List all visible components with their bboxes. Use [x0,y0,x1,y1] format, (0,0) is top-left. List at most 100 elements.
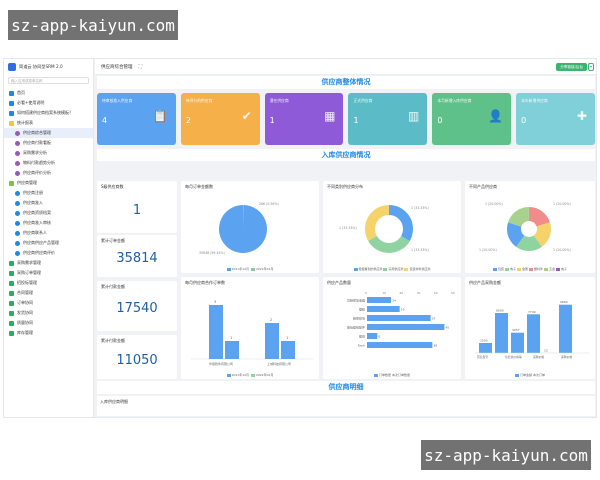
x-tick-label: 40 [434,291,438,295]
sidebar-item[interactable]: 供应商付款看板 [4,138,93,148]
overview-card[interactable]: 正式供应商 1 ▥ [348,93,428,145]
folder-icon [9,90,14,96]
monthly-order-pie: 266 (0.56%) 35648 (99.44%) [199,202,279,255]
sidebar-item[interactable]: 供应商管理 [4,178,93,188]
sidebar-item[interactable]: 采购订单管理 [4,268,93,278]
card-label: 待审核准入供应商 [102,98,133,103]
legend-item: 五金 [548,267,555,271]
share-button[interactable]: 分享链接/后台 [556,63,587,71]
menu-dot-icon [15,200,20,206]
bar [559,304,572,353]
menu-search-input[interactable]: 输入应用或菜单名称 [8,77,89,84]
legend-swatch [517,267,521,271]
sidebar-item-label: 供应商准入 [23,200,43,205]
sidebar-item[interactable]: 物料付款趋势分析 [4,158,93,168]
sidebar-item[interactable]: 合同管理 [4,288,93,298]
menu-dot-icon [15,170,20,176]
sidebar-item[interactable]: 发货协同 [4,308,93,318]
legend-swatch [250,373,255,377]
sidebar-item[interactable]: 采购需求分析 [4,148,93,158]
sidebar-item[interactable]: 统计报表 [4,118,93,128]
legend-item: 2022年01月 [255,373,274,377]
app-title: 简道云 协同型SRM 2.0 [19,64,63,69]
overview-card[interactable]: 待评分的供应商 2 ✔ [180,93,260,145]
sidebar-item[interactable]: 供应商注册 [4,188,93,198]
stat-label: 累计订单金额 [101,238,125,243]
legend-item: 2021年12月 [231,373,250,377]
bar [367,297,392,303]
donut-annotation: 1 (33.33%) [411,206,429,210]
chart-legend: 订单数量 本次订单数量 [323,373,461,377]
product-donut-panel: 不同产品供应商 1 (20.00%) 1 (20.00%) 1 (20.00%)… [465,181,595,273]
stat-panel-payment-amount: 累计付款金额 17540 [97,281,177,331]
legend-swatch [555,267,560,271]
bar [225,341,239,359]
legend-swatch [250,267,255,271]
app-logo-icon [8,63,16,71]
overview-card[interactable]: 待审核准入供应商 4 📋 [97,93,176,145]
menu-dot-icon [15,190,20,196]
card-label: 正式供应商 [353,98,373,103]
legend-swatch [374,373,379,377]
overview-card[interactable]: 潜在供应商 1 ▦ [264,93,344,145]
sidebar-item[interactable]: 供应商准入 [4,198,93,208]
bar-value-label: 4057 [512,328,520,332]
top-bar: 供应商综合管理 ⛶ 分享链接/后台 ▾ [95,59,596,75]
donut-annotation: 1 (20.00%) [553,202,571,206]
sidebar-item[interactable]: 采购需求管理 [4,258,93,268]
sidebar-item[interactable]: 供应商准入审核 [4,218,93,228]
sidebar-item[interactable]: 质量协同 [4,318,93,328]
watermark-top: sz-app-kaiyun.com [8,10,178,40]
sidebar-item[interactable]: 如何搭建供应商档案系统模板？ [4,108,93,118]
folder-icon [9,120,14,126]
bar [265,323,279,359]
chart-legend: 订单金额 本次订单 [465,373,595,377]
overview-card[interactable]: 本月新增入库供应商 0 👤 [432,93,512,145]
stat-label: 累计付款金额 [101,338,125,343]
details-strip: 入库供应商明细 [97,396,595,416]
product-donut: 1 (20.00%) 1 (20.00%) 1 (20.00%) 1 (20.0… [479,202,571,252]
bar [511,332,524,353]
bar-value-label: 2000 [480,339,488,343]
brand: 简道云 协同型SRM 2.0 [4,59,93,75]
stat-value: 1 [132,203,142,218]
sidebar-item[interactable]: 供应商供应产品管理 [4,238,93,248]
pie-annotation: 35648 (99.44%) [199,251,225,255]
sidebar-item[interactable]: 首页 [4,88,93,98]
category-donut-panel: 不同类别供应商分布 1 (33.33%) 1 (33.33%) 1 (33.33… [323,181,461,273]
sidebar-item[interactable]: 供应商综合管理 [4,128,93,138]
tab-current-dashboard[interactable]: 供应商综合管理 [95,64,139,70]
sidebar-item[interactable]: 供应商供应商评价 [4,248,93,258]
bar-value-label: 1 [230,336,232,340]
folder-icon [9,300,14,306]
overview-card[interactable]: 本年新增供应商 0 ✚ [516,93,595,145]
chevron-down-icon[interactable]: ▾ [588,63,594,71]
folder-icon [9,110,14,116]
stat-value: 35814 [116,251,158,266]
product-quantity-panel: 供应产品数量 0 10 20 30 40 50 高精密加速器 14 塑胶 19 精密模块 37 玻璃壁纸… [323,277,461,379]
sidebar-item[interactable]: 招投标管理 [4,278,93,288]
app-screen: 简道云 协同型SRM 2.0 输入应用或菜单名称 首页 必看+使用说明 如何搭建供应… [3,58,597,418]
stat-value: 11050 [116,353,158,368]
sidebar-item[interactable]: 必看+使用说明 [4,98,93,108]
sidebar-item[interactable]: 供应商联系人 [4,228,93,238]
sidebar-item[interactable]: 供应商资质档案 [4,208,93,218]
sidebar-item[interactable]: 订单协同 [4,298,93,308]
bar-value-label: 8000 [496,309,504,313]
sidebar-menu: 首页 必看+使用说明 如何搭建供应商档案系统模板？ 统计报表 供应商综合管理 供应商付款看… [4,88,93,338]
sidebar-item-label: 供应商评价分析 [23,170,51,175]
sidebar-item[interactable]: 供应商评价分析 [4,168,93,178]
folder-icon [9,100,14,106]
cooperation-bar-chart: 3 1 2 1 华丽软件有限公司 上城科技有限公司 [191,300,313,366]
stat-panel-order-amount: 累计订单金额 35814 [97,235,177,277]
expand-icon[interactable]: ⛶ [139,64,143,70]
chart-legend: 2021年12月 2022年01月 [181,373,319,377]
sidebar-item-label: 采购需求管理 [17,260,41,265]
sidebar-item[interactable]: 库存管理 [4,328,93,338]
x-tick-label: 50 [451,291,455,295]
y-tick-label: Rack [358,344,366,348]
sidebar-item-label: 合同管理 [17,290,33,295]
card-value: 4 [102,116,108,125]
bar-value-label: 7740 [528,310,536,314]
chart-legend: 慢慢看到的供应商 实用供应商 包装材料供应商 [323,267,461,271]
